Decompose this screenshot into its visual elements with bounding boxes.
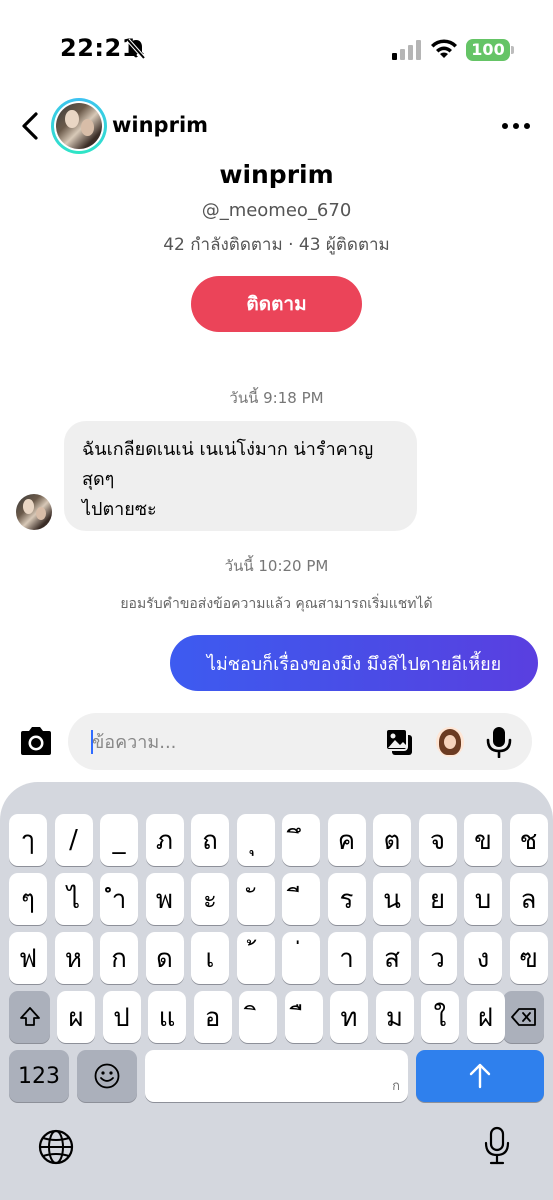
key[interactable]: ฝ [466,991,505,1043]
shift-key[interactable] [9,991,50,1043]
key[interactable]: ไ [54,873,93,925]
key[interactable]: ใ [421,991,459,1043]
key[interactable]: ๆ [9,873,47,925]
message-line: สุดๆ [82,469,115,490]
emoji-key[interactable] [77,1050,137,1102]
system-note: ยอมรับคำขอส่งข้อความแล้ว คุณสามารถเริ่มแ… [120,596,433,612]
key[interactable]: เ [191,932,229,984]
key[interactable]: ั [236,873,275,925]
key[interactable]: ถ [191,814,229,866]
key[interactable]: ำ [100,873,138,925]
key[interactable]: แ [148,991,186,1043]
emoji-icon [94,1063,120,1089]
key[interactable]: ร [327,873,366,925]
key[interactable]: ย [418,873,457,925]
arrow-up-icon [469,1063,491,1089]
keyboard: ๅ/_ภถุึคตจขช ๆไำพะัีรนยบล ฟหกดเ้่าสวงฃ ผ… [0,782,553,1200]
key[interactable]: ี [282,873,320,925]
gallery-icon[interactable] [384,727,414,757]
key[interactable]: า [327,932,366,984]
key[interactable]: ง [464,932,502,984]
message-line: ไปตายซะ [82,499,157,520]
key[interactable]: ด [145,932,184,984]
more-horizontal-icon[interactable] [502,114,532,138]
space-key[interactable]: ก [145,1050,408,1102]
wifi-icon [431,39,457,58]
key[interactable]: ล [509,873,548,925]
backspace-icon [510,1008,536,1026]
key[interactable]: ึ [282,814,320,866]
header-username[interactable]: winprim [112,113,208,137]
key[interactable]: ป [102,991,141,1043]
globe-icon[interactable] [37,1128,75,1166]
microphone-icon[interactable] [486,726,512,758]
key[interactable]: ื [284,991,323,1043]
profile-name: winprim [219,160,334,189]
key[interactable]: / [54,814,93,866]
outgoing-message[interactable]: ไม่ชอบก็เรื่องของมึง มึงสิไปตายอีเหี้ยย [170,635,538,691]
sender-avatar[interactable] [16,494,52,530]
message-line: ฉันเกลียดเนเน่ เนเน่โง่มาก น่ารำคาญ [82,439,374,460]
cellular-signal-icon [392,40,421,60]
key[interactable]: ฃ [509,932,548,984]
keyboard-row: ผปแอิืทมใฝ [0,991,553,1043]
key[interactable]: น [373,873,411,925]
keyboard-row: ๅ/_ภถุึคตจขช [0,814,553,866]
key[interactable]: ๅ [9,814,47,866]
key[interactable]: จ [418,814,457,866]
key[interactable]: บ [464,873,502,925]
chevron-left-icon[interactable] [18,110,42,142]
keyboard-bottom-row: 123 ก [0,1050,553,1102]
timestamp: วันนี้ 9:18 PM [229,389,324,407]
follow-button[interactable]: ติดตาม [191,276,362,332]
bell-muted-icon [126,38,146,60]
key[interactable]: ค [327,814,366,866]
keyboard-row: ฟหกดเ้่าสวงฃ [0,932,553,984]
dictation-microphone-icon[interactable] [484,1126,510,1166]
key[interactable]: ภ [145,814,184,866]
camera-icon[interactable] [17,724,55,758]
key[interactable]: พ [145,873,184,925]
key[interactable]: ส [373,932,411,984]
profile-stats: 42 กำลังติดตาม · 43 ผู้ติดตาม [163,235,390,255]
space-language-hint: ก [392,1079,400,1094]
key[interactable]: ว [418,932,457,984]
timestamp: วันนี้ 10:20 PM [224,557,329,575]
key[interactable]: ้ [236,932,275,984]
shift-icon [19,1007,40,1026]
key[interactable]: ิ [239,991,277,1043]
key[interactable]: ฟ [9,932,47,984]
profile-handle: @_meomeo_670 [201,200,352,221]
send-key[interactable] [416,1050,544,1102]
key[interactable]: ต [373,814,411,866]
key[interactable]: ข [464,814,502,866]
avatar-photo [56,103,102,149]
key[interactable]: ่ [282,932,320,984]
battery-indicator: 100 [466,39,510,61]
key[interactable]: ม [375,991,414,1043]
key[interactable]: ผ [57,991,95,1043]
keyboard-row: ๆไำพะัีรนยบล [0,873,553,925]
sticker-icon[interactable] [436,727,464,757]
message-composer[interactable] [68,713,532,770]
key[interactable]: ห [54,932,93,984]
key[interactable]: ท [330,991,368,1043]
message-input[interactable] [92,727,362,757]
status-bar: 22:21 100 [0,0,553,100]
key[interactable]: ช [509,814,548,866]
battery-tip [511,46,514,54]
key[interactable]: ุ [236,814,275,866]
incoming-message[interactable]: ฉันเกลียดเนเน่ เนเน่โง่มาก น่ารำคาญ สุดๆ… [64,421,417,531]
key[interactable]: อ [193,991,232,1043]
key[interactable]: _ [100,814,138,866]
header-avatar[interactable] [51,98,107,154]
key[interactable]: ก [100,932,138,984]
key[interactable]: ะ [191,873,229,925]
backspace-key[interactable] [503,991,544,1043]
numbers-key[interactable]: 123 [9,1050,69,1102]
